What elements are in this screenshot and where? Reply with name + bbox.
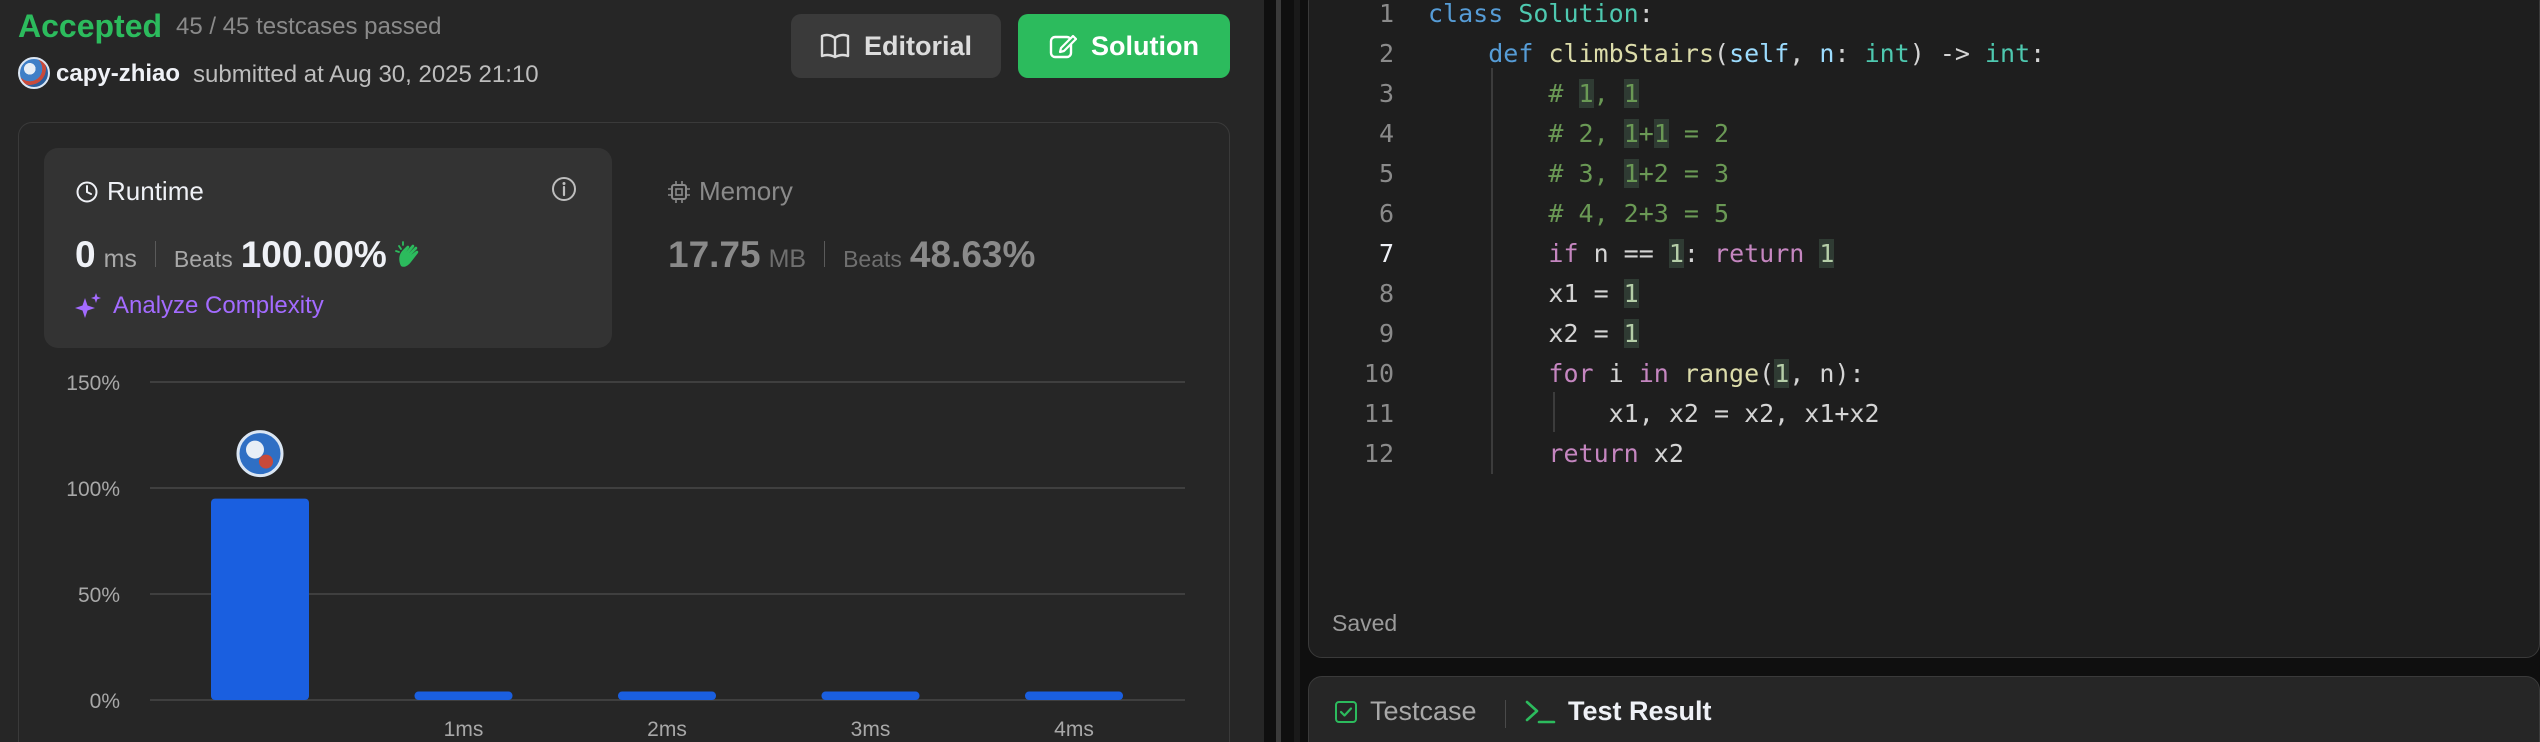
y-tick-label: 0% — [90, 690, 120, 713]
memory-value: 17.75 — [668, 234, 761, 275]
username-link[interactable]: capy-zhiao — [56, 60, 180, 88]
testcases-passed: 45 / 45 testcases passed — [176, 13, 442, 40]
editorial-label: Editorial — [863, 30, 972, 61]
solution-button[interactable]: Solution — [1018, 14, 1230, 78]
info-icon[interactable] — [550, 175, 578, 203]
code-text: for i in range(1, n): — [1548, 359, 1865, 388]
submitted-time: submitted at Aug 30, 2025 21:10 — [193, 61, 539, 88]
avatar[interactable] — [18, 57, 50, 89]
editorial-button[interactable]: Editorial — [791, 14, 1001, 78]
code-text: # 2, 1+1 = 2 — [1548, 119, 1730, 148]
tab-testcase-label: Testcase — [1370, 696, 1477, 726]
runtime-beats-value: 100.00% — [240, 234, 387, 275]
runtime-beats-label: Beats — [173, 246, 233, 272]
y-tick-label: 50% — [78, 584, 120, 607]
bottom-panel — [1308, 676, 2540, 742]
resize-handle[interactable] — [1276, 0, 1281, 742]
saved-status: Saved — [1332, 610, 1398, 636]
x-tick-label: 4ms — [1054, 718, 1094, 741]
runtime-distribution-chart: 0% 50% 100% 150% 1ms 2ms 3ms 4ms — [66, 372, 1185, 741]
line-number: 7 — [1378, 239, 1394, 268]
line-number: 3 — [1378, 79, 1394, 108]
clapping-hands-icon — [394, 241, 419, 267]
analyze-complexity-link[interactable]: Analyze Complexity — [75, 292, 324, 320]
runtime-unit: ms — [103, 245, 137, 273]
x-tick-label: 2ms — [647, 718, 687, 741]
chart-bar[interactable] — [1025, 691, 1123, 700]
user-avatar-marker — [236, 430, 284, 478]
chart-bar[interactable] — [414, 691, 513, 700]
divider — [824, 241, 826, 267]
sparkle-icon — [75, 293, 101, 318]
x-tick-label: 3ms — [851, 718, 891, 741]
terminal-icon — [1525, 700, 1556, 723]
x-tick-label: 1ms — [444, 718, 484, 741]
indent-guide — [1491, 68, 1493, 474]
code-text: # 3, 1+2 = 3 — [1548, 159, 1730, 188]
line-number: 9 — [1378, 319, 1394, 348]
code-text: x1 = 1 — [1428, 279, 1639, 308]
line-number: 10 — [1363, 359, 1394, 388]
memory-beats-value: 48.63% — [909, 234, 1036, 275]
runtime-value-row: 0 ms Beats 100.00% — [75, 234, 425, 276]
line-number: 2 — [1378, 39, 1394, 68]
submission-panel: Accepted 45 / 45 testcases passed capy-z… — [0, 0, 1264, 742]
status-accepted: Accepted — [18, 8, 163, 44]
code-text: x2 = 1 — [1428, 319, 1639, 348]
analyze-complexity-label: Analyze Complexity — [113, 292, 324, 319]
memory-beats-label: Beats — [843, 246, 902, 272]
y-tick-label: 150% — [66, 372, 120, 395]
memory-title[interactable]: Memory — [667, 176, 793, 207]
chip-icon — [668, 180, 690, 203]
chart-bar[interactable] — [211, 498, 309, 700]
tab-test-result-label: Test Result — [1568, 696, 1712, 726]
code-text: if n == 1: return 1 — [1548, 239, 1835, 268]
book-icon — [820, 33, 850, 59]
code-text: x1, x2 = x2, x1+x2 — [1428, 399, 1880, 428]
edit-icon — [1049, 34, 1077, 59]
line-number: 8 — [1378, 279, 1394, 308]
memory-value-row: 17.75 MB Beats 48.63% — [668, 234, 1035, 276]
line-number: 4 — [1378, 119, 1394, 148]
code-text: # 4, 2+3 = 5 — [1548, 199, 1730, 228]
indent-guide — [1553, 392, 1555, 432]
chart-bar[interactable] — [821, 691, 920, 700]
code-line[interactable]: 1 class Solution: — [1308, 0, 2540, 34]
solution-label: Solution — [1091, 30, 1199, 61]
y-tick-label: 100% — [66, 478, 120, 501]
line-number: 1 — [1378, 0, 1394, 28]
code-text: class Solution: — [1428, 0, 1654, 28]
tab-test-result[interactable]: Test Result — [1524, 696, 1712, 727]
code-text: # 1, 1 — [1548, 79, 1639, 108]
line-number: 12 — [1363, 439, 1394, 468]
checkbox-icon — [1335, 700, 1357, 723]
clock-icon — [76, 181, 98, 202]
chart-bar[interactable] — [618, 691, 716, 700]
memory-unit: MB — [768, 245, 807, 273]
runtime-title: Runtime — [75, 176, 204, 207]
line-number: 11 — [1363, 399, 1394, 428]
divider — [154, 241, 156, 267]
runtime-label: Runtime — [107, 176, 204, 206]
memory-label: Memory — [699, 176, 793, 206]
line-number: 5 — [1378, 159, 1394, 188]
code-text: return x2 — [1548, 439, 1684, 468]
line-number: 6 — [1378, 199, 1394, 228]
code-text: def climbStairs(self, n: int) -> int: — [1488, 39, 2046, 68]
tab-divider — [1505, 700, 1506, 728]
tab-testcase[interactable]: Testcase — [1334, 696, 1477, 727]
runtime-value: 0 — [75, 234, 96, 275]
